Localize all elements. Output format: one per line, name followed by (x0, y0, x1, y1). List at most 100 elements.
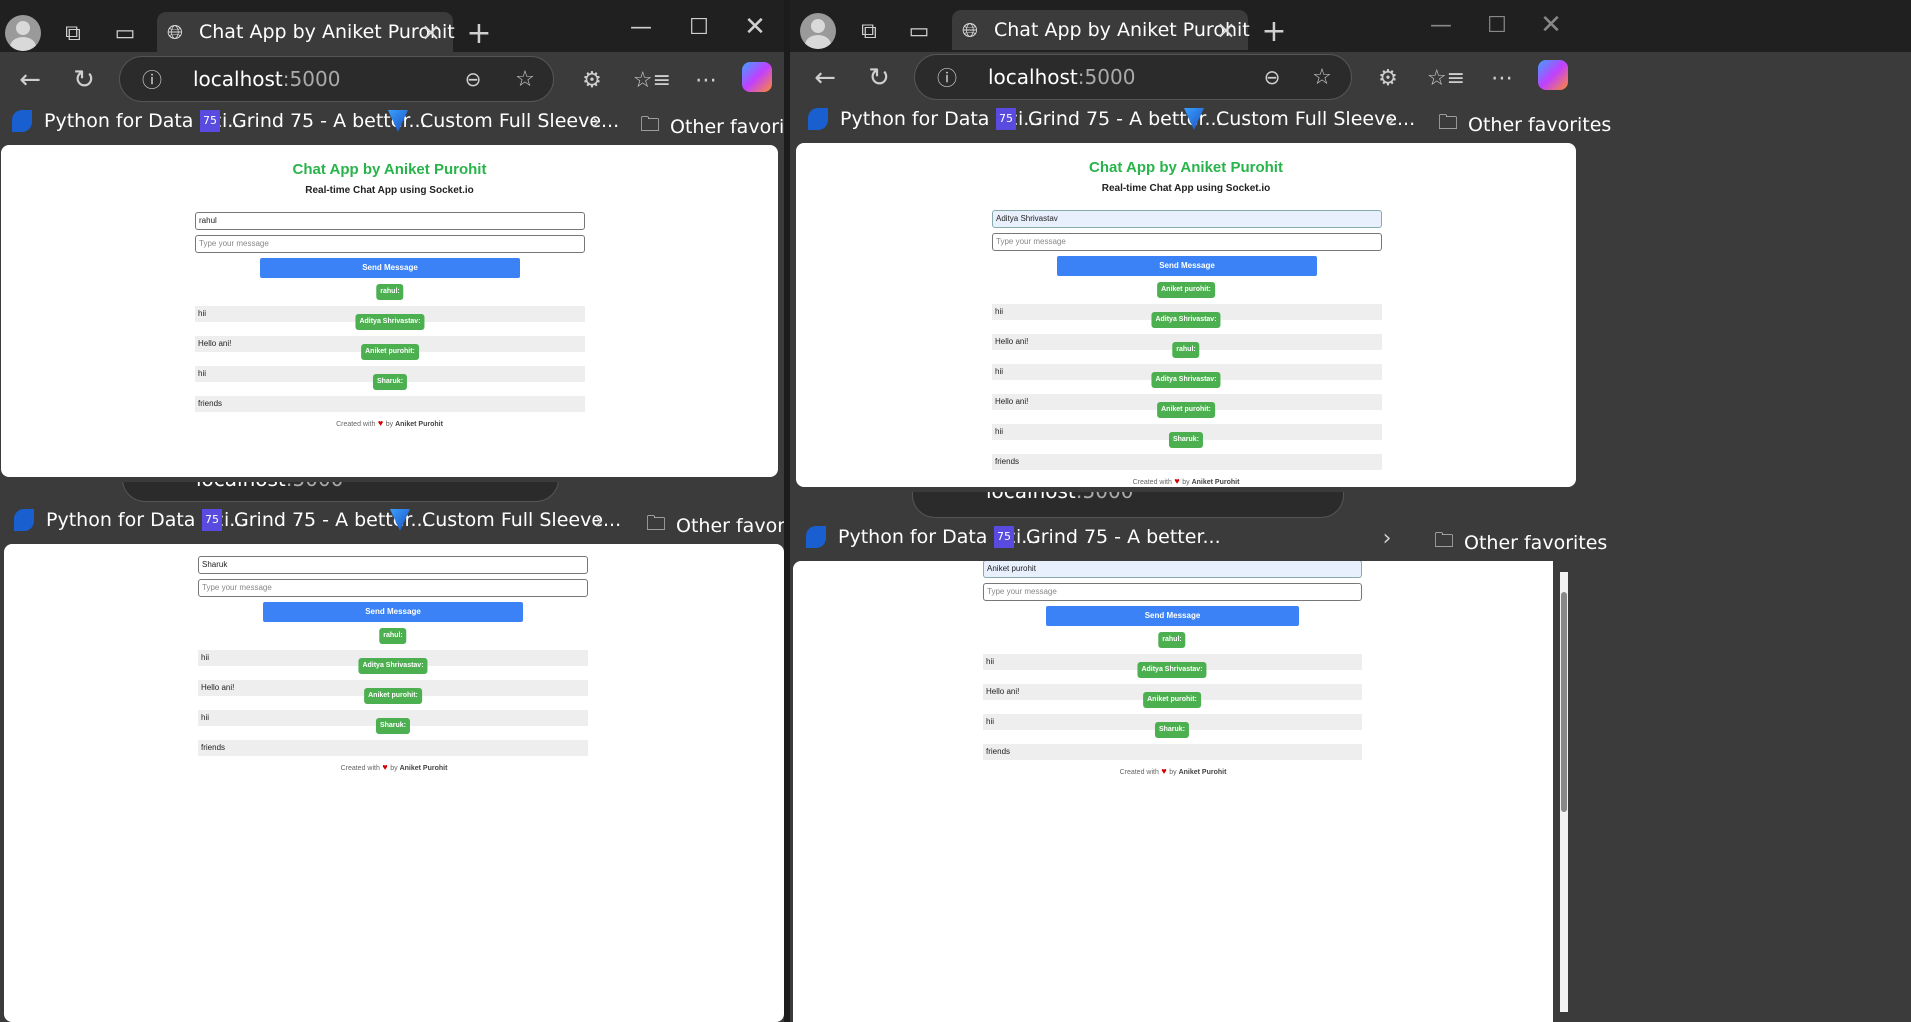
browser-window-2: ⧉ ▭ 🌐︎ Chat App by Aniket Purohit × + — … (790, 0, 1911, 492)
favorite-star-icon[interactable]: ☆ (512, 66, 538, 92)
message-text: friends (992, 454, 1382, 470)
url-port: :5000 (282, 67, 341, 91)
username-input[interactable]: Aditya Shrivastav (992, 210, 1382, 228)
username-input[interactable]: rahul (195, 212, 585, 230)
grind-favicon: 75 (202, 509, 222, 531)
message-sender: rahul: (1172, 342, 1200, 358)
tab-title: Chat App by Aniket Purohit (994, 19, 1250, 41)
extensions-icon[interactable]: ⚙ (1372, 62, 1404, 94)
other-favorites[interactable]: 🗀 Other favorites (640, 110, 784, 144)
maximize-icon[interactable]: ☐ (684, 12, 714, 42)
tab-title: Chat App by Aniket Purohit (199, 21, 455, 43)
close-tab-icon[interactable]: × (421, 18, 441, 46)
python-favicon (12, 110, 32, 132)
footer-by: by (1169, 769, 1177, 776)
window-divider-vertical (784, 0, 790, 1022)
new-tab-icon[interactable]: + (1258, 14, 1290, 49)
url-host: localhost (988, 65, 1078, 89)
tab-active[interactable]: 🌐︎ Chat App by Aniket Purohit × (952, 10, 1250, 50)
extensions-icon[interactable]: ⚙ (576, 64, 608, 96)
back-icon[interactable]: ← (809, 62, 841, 94)
message-input[interactable]: Type your message (195, 235, 585, 253)
message-input[interactable]: Type your message (983, 583, 1362, 601)
favorite-star-icon[interactable]: ☆ (1309, 64, 1335, 90)
message-text: friends (983, 744, 1362, 760)
favorites-icon[interactable]: ☆≡ (633, 64, 671, 96)
message-sender: Aniket purohit: (1157, 282, 1215, 298)
heart-icon: ♥ (1171, 476, 1183, 486)
footer: Created with ♥ by Aniket Purohit (793, 766, 1553, 776)
message-sender: Sharuk: (375, 718, 411, 734)
message-sender: rahul: (379, 628, 407, 644)
chevron-right-icon[interactable]: › (1376, 526, 1398, 551)
address-bar[interactable]: localhost:5000 (912, 492, 1344, 518)
send-message-button[interactable]: Send Message (1057, 256, 1317, 276)
chevron-right-icon[interactable]: › (585, 110, 607, 135)
message-input[interactable]: Type your message (992, 233, 1382, 251)
message-input[interactable]: Type your message (198, 579, 588, 597)
footer-prefix: Created with (336, 421, 376, 428)
footer: Created with ♥ by Aniket Purohit (796, 476, 1576, 486)
message-text: friends (195, 396, 585, 412)
app-title: Chat App by Aniket Purohit (1089, 159, 1283, 176)
close-window-icon[interactable]: ✕ (740, 12, 770, 42)
message-sender: Aniket purohit: (361, 344, 419, 360)
close-window-icon[interactable]: ✕ (1536, 10, 1566, 40)
close-tab-icon[interactable]: × (1216, 16, 1236, 44)
python-favicon (14, 509, 34, 531)
address-bar[interactable]: ⓘ localhost:5000 ⊖ ☆ (914, 54, 1352, 100)
footer-prefix: Created with (1119, 769, 1159, 776)
footer: Created with ♥ by Aniket Purohit (1, 418, 778, 428)
profile-avatar[interactable] (800, 13, 836, 49)
url-port: :5000 (286, 482, 344, 491)
scrollbar-thumb[interactable] (1561, 592, 1567, 812)
favorite-item[interactable]: 75 Grind 75 - A better... (994, 526, 1221, 548)
other-favorites-label: Other favorites (1464, 532, 1608, 554)
more-icon[interactable]: ⋯ (690, 64, 722, 96)
chevron-right-icon[interactable]: › (1380, 108, 1402, 133)
vercel-favicon (1184, 108, 1204, 130)
address-bar[interactable]: localhost:5000 (122, 482, 559, 502)
message-sender: Aditya Shrivastav: (355, 314, 425, 330)
username-input[interactable]: Sharuk (198, 556, 588, 574)
send-message-button[interactable]: Send Message (1046, 606, 1299, 626)
other-favorites[interactable]: 🗀 Other favorites (1434, 526, 1607, 560)
url-host: localhost (193, 67, 283, 91)
username-input[interactable]: Aniket purohit (983, 561, 1362, 578)
tab-bar: ⧉ ▭ 🌐︎ Chat App by Aniket Purohit × + — … (0, 0, 784, 52)
heart-icon: ♥ (1158, 766, 1170, 776)
send-message-button[interactable]: Send Message (263, 602, 523, 622)
message-sender: Aditya Shrivastav: (1137, 662, 1207, 678)
profile-avatar[interactable] (5, 15, 41, 51)
workspaces-icon[interactable]: ⧉ (854, 16, 884, 46)
copilot-icon[interactable] (742, 62, 772, 92)
send-message-button[interactable]: Send Message (260, 258, 520, 278)
minimize-icon[interactable]: — (1426, 10, 1456, 40)
vertical-tabs-icon[interactable]: ▭ (904, 16, 934, 46)
info-icon: ⓘ (142, 67, 162, 92)
address-bar[interactable]: ⓘ localhost:5000 ⊖ ☆ (119, 56, 554, 102)
favorite-item[interactable]: Custom Full Sleeve... (390, 509, 621, 531)
new-tab-icon[interactable]: + (463, 16, 495, 51)
copilot-icon[interactable] (1538, 60, 1568, 90)
chevron-right-icon[interactable]: › (588, 509, 610, 534)
refresh-icon[interactable]: ↻ (68, 64, 100, 96)
workspaces-icon[interactable]: ⧉ (58, 18, 88, 48)
scrollbar[interactable] (1560, 572, 1568, 1012)
url-host: localhost (196, 482, 286, 491)
favorites-icon[interactable]: ☆≡ (1427, 62, 1465, 94)
refresh-icon[interactable]: ↻ (863, 62, 895, 94)
other-favorites[interactable]: 🗀 Other favorites (1438, 108, 1611, 142)
tab-active[interactable]: 🌐︎ Chat App by Aniket Purohit × (157, 12, 455, 52)
other-favorites[interactable]: 🗀 Other favorites (646, 509, 784, 543)
minimize-icon[interactable]: — (626, 12, 656, 42)
more-icon[interactable]: ⋯ (1486, 62, 1518, 94)
browser-window-1: ⧉ ▭ 🌐︎ Chat App by Aniket Purohit × + — … (0, 0, 784, 482)
zoom-icon[interactable]: ⊖ (460, 66, 486, 92)
zoom-icon[interactable]: ⊖ (1259, 64, 1285, 90)
vertical-tabs-icon[interactable]: ▭ (110, 18, 140, 48)
folder-icon: 🗀 (646, 511, 666, 535)
back-icon[interactable]: ← (14, 64, 46, 96)
message-sender: Sharuk: (372, 374, 408, 390)
maximize-icon[interactable]: ☐ (1482, 10, 1512, 40)
